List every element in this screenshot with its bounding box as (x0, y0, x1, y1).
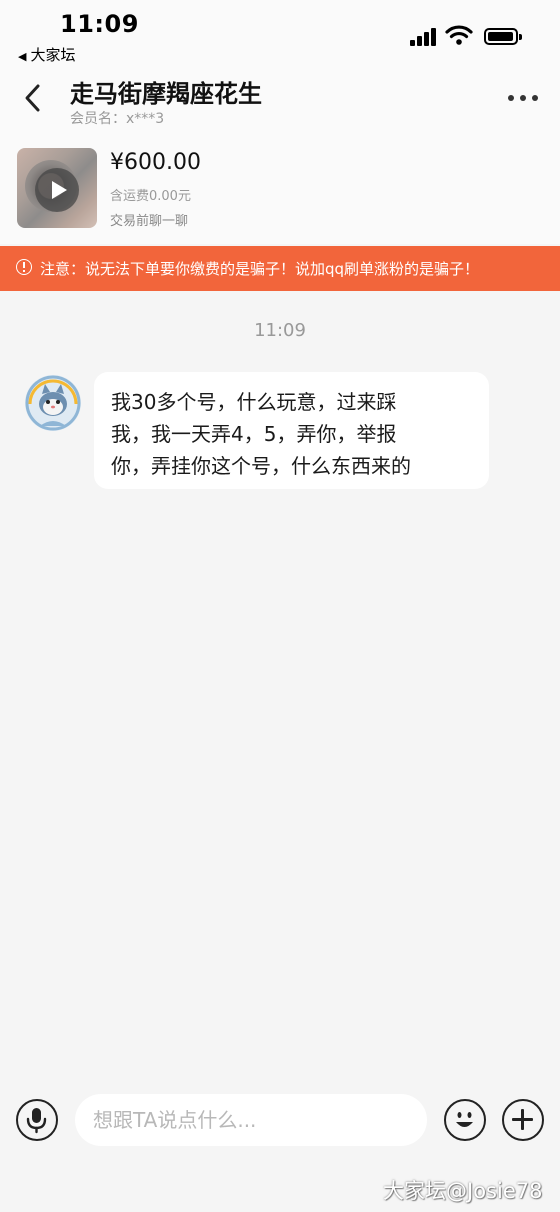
chat-title: 走马街摩羯座花生 (70, 80, 262, 108)
astronaut-cat-avatar[interactable] (24, 374, 82, 432)
signal-icon (410, 28, 438, 46)
message-line: 我，我一天弄4，5，弄你，举报 (111, 422, 397, 446)
back-button[interactable] (18, 78, 52, 118)
back-triangle-icon: ◀ (18, 50, 27, 63)
back-app-label: 大家坛 (30, 46, 76, 64)
message-time: 11:09 (254, 320, 306, 341)
emoji-button[interactable] (444, 1099, 486, 1141)
wifi-icon (445, 25, 473, 45)
warning-banner: 注意：说无法下单要你缴费的是骗子！说加qq刷单涨粉的是骗子！ (0, 246, 560, 291)
product-price: ¥600.00 (110, 150, 201, 175)
warning-icon (16, 259, 32, 275)
more-button[interactable] (506, 88, 540, 108)
plus-button[interactable] (502, 1099, 544, 1141)
status-time: 11:09 (60, 10, 139, 38)
watermark: 大家坛@Josie78 (383, 1179, 543, 1203)
trade-hint: 交易前聊一聊 (110, 214, 189, 229)
play-icon (35, 168, 79, 212)
member-name-label: 会员名：x***3 (70, 111, 165, 127)
message-line: 你，弄挂你这个号，什么东西来的 (111, 454, 411, 478)
message-input[interactable] (75, 1094, 427, 1146)
product-thumbnail[interactable] (17, 148, 97, 228)
microphone-icon (26, 1108, 47, 1134)
battery-icon (484, 28, 522, 45)
back-to-app-link[interactable]: ◀ 大家坛 (18, 44, 75, 65)
emoji-icon (456, 1112, 473, 1127)
more-icon (508, 95, 538, 101)
message-line: 我30多个号，什么玩意，过来踩 (111, 390, 397, 414)
warning-text: 注意：说无法下单要你缴费的是骗子！说加qq刷单涨粉的是骗子！ (40, 260, 480, 278)
voice-input-button[interactable] (16, 1099, 58, 1141)
shipping-fee: 含运费0.00元 (110, 189, 191, 204)
back-arrow-icon (25, 84, 40, 112)
message-bubble[interactable]: 我30多个号，什么玩意，过来踩 我，我一天弄4，5，弄你，举报 你，弄挂你这个号… (94, 372, 489, 489)
